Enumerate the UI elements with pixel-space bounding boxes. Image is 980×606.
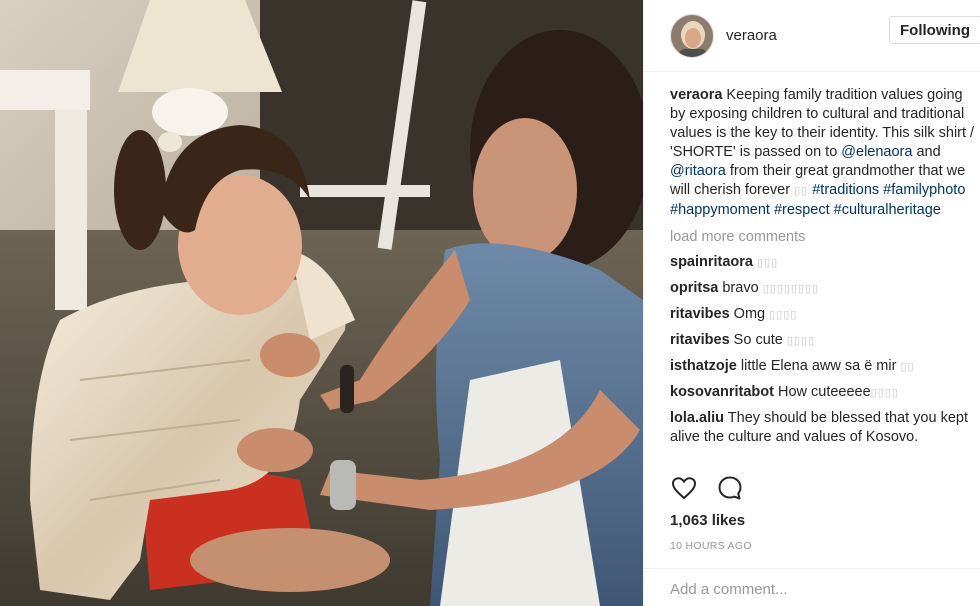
comment-emoji: ▯▯▯▯ <box>870 387 899 399</box>
comment: lola.aliu They should be blessed that yo… <box>670 409 975 447</box>
instagram-post: veraora Following veraora Keeping family… <box>0 0 980 606</box>
comment-emoji: ▯▯▯▯ <box>769 309 798 321</box>
hashtag-happymoment[interactable]: #happymoment <box>670 202 770 218</box>
photo-illustration <box>0 0 643 606</box>
username[interactable]: veraora <box>726 27 777 44</box>
comments-section: veraora Keeping family tradition values … <box>670 86 975 464</box>
mention-elenaora[interactable]: @elenaora <box>841 144 912 160</box>
comment: ritavibes Omg ▯▯▯▯ <box>670 305 975 325</box>
hashtag-traditions[interactable]: #traditions <box>812 182 879 198</box>
comment-author[interactable]: spainritaora <box>670 254 753 270</box>
post-header: veraora Following <box>644 0 980 72</box>
comment-emoji: ▯▯▯ <box>757 257 779 269</box>
add-comment-input[interactable] <box>670 581 960 598</box>
caption-text-2: and <box>912 144 941 160</box>
hashtag-respect[interactable]: #respect <box>774 202 830 218</box>
comment: kosovanritabot How cuteeeee▯▯▯▯ <box>670 383 975 403</box>
comment: spainritaora ▯▯▯ <box>670 253 975 273</box>
comment-text: little Elena aww sa ë mir <box>736 358 897 374</box>
avatar-image <box>671 14 713 57</box>
load-more-comments-link[interactable]: load more comments <box>670 228 975 247</box>
post-caption: veraora Keeping family tradition values … <box>670 86 975 220</box>
following-button[interactable]: Following <box>889 16 980 44</box>
post-timestamp[interactable]: 10 HOURS AGO <box>670 540 752 552</box>
comment-author[interactable]: lola.aliu <box>670 410 724 426</box>
heart-icon[interactable] <box>670 474 698 502</box>
hashtag-familyphoto[interactable]: #familyphoto <box>883 182 965 198</box>
comment-text: bravo <box>718 280 759 296</box>
comment-emoji: ▯▯▯▯▯▯▯▯ <box>762 283 820 295</box>
comment-author[interactable]: kosovanritabot <box>670 384 774 400</box>
caption-emoji: ▯▯ <box>794 185 809 197</box>
post-photo[interactable] <box>0 0 643 606</box>
speech-bubble-icon[interactable] <box>716 474 744 502</box>
comment: opritsa bravo ▯▯▯▯▯▯▯▯ <box>670 279 975 299</box>
comment-author[interactable]: ritavibes <box>670 332 730 348</box>
comment: isthatzoje little Elena aww sa ë mir ▯▯ <box>670 357 975 377</box>
post-sidebar: veraora Following veraora Keeping family… <box>643 0 980 606</box>
caption-author[interactable]: veraora <box>670 87 722 103</box>
avatar[interactable] <box>670 13 714 58</box>
comment-author[interactable]: isthatzoje <box>670 358 737 374</box>
hashtag-culturalheritage[interactable]: #culturalheritage <box>834 202 941 218</box>
comment-emoji: ▯▯ <box>900 361 915 373</box>
mention-ritaora[interactable]: @ritaora <box>670 163 726 179</box>
comment: ritavibes So cute ▯▯▯▯ <box>670 331 975 351</box>
likes-count[interactable]: 1,063 likes <box>670 512 745 529</box>
comment-text: How cuteeeee <box>773 384 871 400</box>
comment-text: Omg <box>729 306 766 322</box>
post-actions <box>670 474 744 502</box>
comment-text: So cute <box>729 332 783 348</box>
add-comment-section <box>644 568 980 606</box>
comment-author[interactable]: opritsa <box>670 280 718 296</box>
comment-emoji: ▯▯▯▯ <box>786 335 816 347</box>
comment-author[interactable]: ritavibes <box>670 306 730 322</box>
